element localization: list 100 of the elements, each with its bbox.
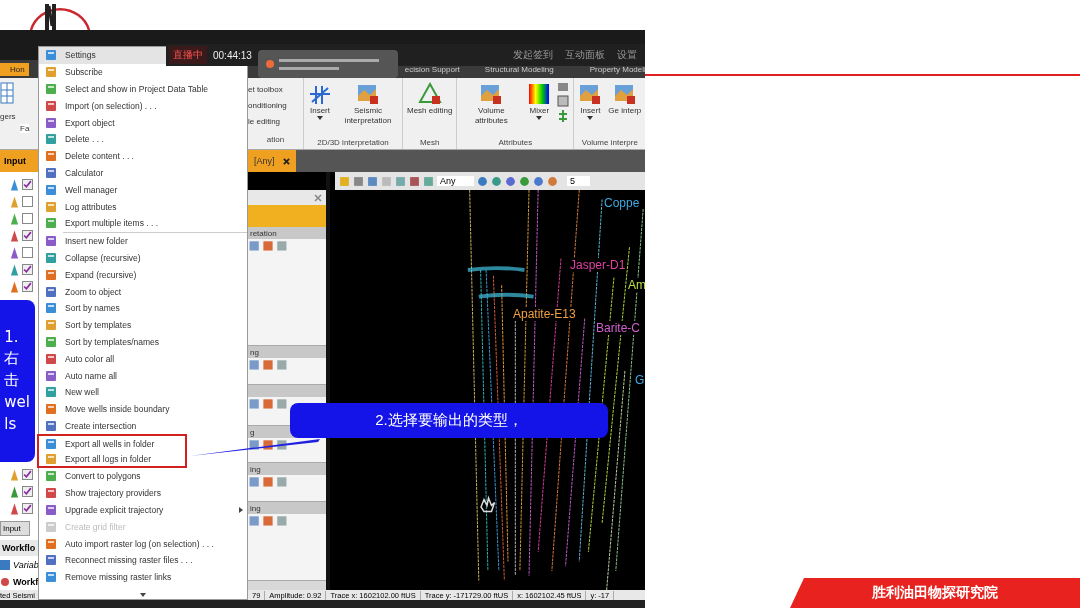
ribbon-item[interactable]: le editing xyxy=(248,116,303,126)
tool-icon[interactable] xyxy=(533,175,544,187)
tool-icon[interactable] xyxy=(395,175,406,187)
panel-tab[interactable]: Input xyxy=(0,521,30,536)
menu-item[interactable]: Select and show in Project Data Table xyxy=(39,80,247,98)
well-label: Coppe xyxy=(604,196,640,210)
tool-icon[interactable] xyxy=(505,175,516,187)
menu-item[interactable]: Convert to polygons xyxy=(39,467,247,485)
workflow-item[interactable]: Workf xyxy=(13,576,39,587)
square-icon xyxy=(45,251,57,264)
workflow-item[interactable]: Variab xyxy=(13,559,39,570)
well-label: Apatite-E13 xyxy=(513,307,576,321)
broadcast-action[interactable]: 设置 xyxy=(617,48,637,62)
square-icon xyxy=(45,386,57,399)
square-icon xyxy=(45,150,57,163)
menu-item[interactable]: Log attributes xyxy=(39,198,247,215)
menu-item[interactable]: Expand (recursive) xyxy=(39,266,247,284)
broadcast-action[interactable]: 互动面板 xyxy=(565,48,605,62)
scroll-down-icon[interactable] xyxy=(140,593,146,597)
menu-item[interactable]: New well xyxy=(39,383,247,401)
menu-item[interactable]: Subscribe xyxy=(39,63,247,81)
tool-icon[interactable] xyxy=(519,175,530,187)
menu-item[interactable]: Sort by templates/names xyxy=(39,333,247,351)
menu-item[interactable]: Move wells inside boundary xyxy=(39,400,247,418)
caret-icon[interactable] xyxy=(587,116,594,120)
ribbon-button[interactable]: Ge interp xyxy=(608,82,642,116)
checkbox[interactable] xyxy=(22,247,33,258)
menu-item[interactable]: Delete content . . . xyxy=(39,147,247,165)
square-icon xyxy=(45,571,57,584)
square-icon xyxy=(45,302,57,315)
ribbon-button[interactable]: Mixer xyxy=(527,82,552,120)
checkbox[interactable] xyxy=(22,230,33,241)
menu-item[interactable]: Import (on selection) . . . xyxy=(39,97,247,115)
menu-item[interactable]: Collapse (recursive) xyxy=(39,249,247,267)
menu-item[interactable]: Auto color all xyxy=(39,350,247,368)
palette-section-header[interactable]: ing xyxy=(248,502,326,514)
broadcast-action[interactable]: 发起签到 xyxy=(513,48,553,62)
checkbox[interactable] xyxy=(22,264,33,275)
ribbon-tab[interactable]: Hon xyxy=(0,62,29,76)
well-icon xyxy=(10,178,19,191)
tool-icon[interactable] xyxy=(367,175,378,187)
ribbon-item[interactable]: et toolbox xyxy=(248,85,303,95)
checkbox[interactable] xyxy=(22,213,33,224)
ribbon-button[interactable]: Insert xyxy=(578,82,603,120)
well-icon xyxy=(10,195,19,208)
palette-section-header[interactable]: retation xyxy=(248,227,326,239)
group-label: Mesh xyxy=(418,137,441,149)
menu-item[interactable]: Auto name all xyxy=(39,367,247,384)
checkbox[interactable] xyxy=(22,196,33,207)
palette-section-header[interactable]: ng xyxy=(248,346,326,358)
menu-item[interactable]: Remove missing raster links xyxy=(39,568,247,586)
number-field[interactable]: 5 xyxy=(567,176,590,186)
menu-item[interactable]: Insert new folder xyxy=(39,232,247,250)
well-icon xyxy=(10,485,19,498)
ribbon-tab[interactable]: Property Modeli xyxy=(585,62,645,76)
menu-item[interactable]: Well manager xyxy=(39,181,247,199)
well-icon xyxy=(10,263,19,276)
checkbox[interactable] xyxy=(22,469,33,480)
small-tool-icons[interactable] xyxy=(557,82,570,122)
menu-item[interactable]: Sort by templates xyxy=(39,316,247,334)
caret-icon[interactable] xyxy=(317,116,323,120)
ribbon-button[interactable]: Insert xyxy=(308,82,332,120)
checkbox[interactable] xyxy=(22,503,33,514)
tool-icon[interactable] xyxy=(491,175,502,187)
ribbon-button[interactable]: Volume attributes xyxy=(461,82,522,126)
triangle-icon xyxy=(417,82,442,106)
menu-item[interactable]: Sort by names xyxy=(39,299,247,317)
well-icon xyxy=(10,468,19,481)
filter-dropdown[interactable]: Any xyxy=(437,176,474,186)
ribbon-item[interactable]: onditioning xyxy=(248,101,303,111)
palette-section-header[interactable]: ing xyxy=(248,463,326,475)
menu-item[interactable]: Upgrade explicit trajectory xyxy=(39,501,247,519)
grid-icon xyxy=(0,82,14,104)
square-icon xyxy=(45,319,57,332)
menu-item[interactable]: Zoom to object xyxy=(39,283,247,300)
menu-item[interactable]: Export all wells in folder xyxy=(37,434,187,452)
tool-icon[interactable] xyxy=(547,175,558,187)
tool-icon[interactable] xyxy=(353,175,364,187)
menu-item[interactable]: Export object xyxy=(39,114,247,131)
menu-item[interactable]: Show trajectory providers xyxy=(39,484,247,502)
ribbon-button[interactable]: Mesh editing xyxy=(407,82,453,116)
caret-icon[interactable] xyxy=(536,116,543,120)
menu-item[interactable]: Calculator xyxy=(39,164,247,182)
tool-icon[interactable] xyxy=(423,175,434,187)
menu-item[interactable]: Export multiple items . . . xyxy=(39,214,247,232)
checkbox[interactable] xyxy=(22,179,33,190)
checkbox[interactable] xyxy=(22,281,33,292)
close-icon[interactable] xyxy=(282,157,290,165)
menu-item[interactable]: Create intersection xyxy=(39,417,247,435)
ribbon-tab[interactable]: ecision Support xyxy=(400,62,464,76)
ribbon-tab[interactable]: Structural Modeling xyxy=(480,62,558,76)
ribbon-combo[interactable]: Fa xyxy=(20,124,30,133)
document-tab[interactable]: [Any] xyxy=(248,150,296,172)
menu-item[interactable]: Delete . . . xyxy=(39,131,247,148)
tool-icon[interactable] xyxy=(477,175,488,187)
menu-item[interactable]: Settings xyxy=(39,47,166,64)
ribbon-button[interactable]: Seismic interpretation xyxy=(338,82,398,126)
menu-item[interactable]: Export all logs in folder xyxy=(37,451,187,468)
tool-icon[interactable] xyxy=(409,175,420,187)
checkbox[interactable] xyxy=(22,486,33,497)
